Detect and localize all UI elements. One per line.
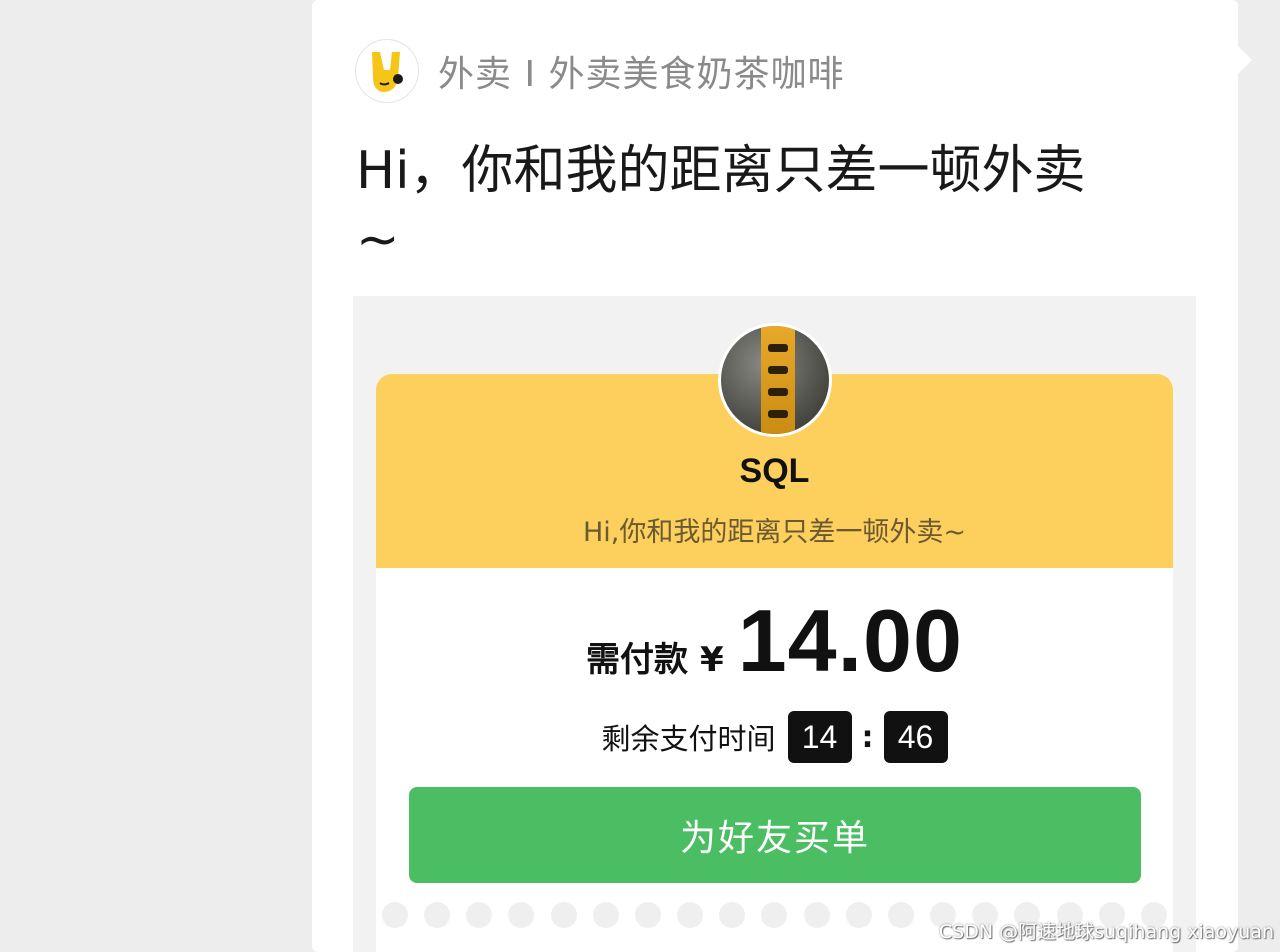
calligraphy-mark bbox=[768, 366, 788, 374]
currency-symbol: ¥ bbox=[700, 640, 724, 680]
watermark: CSDN @阿速地球suqihang xiaoyuan bbox=[938, 921, 1274, 943]
yellow-kangaroo-icon bbox=[356, 40, 418, 102]
shop-slogan: Hi,你和我的距离只差一顿外卖~ bbox=[582, 517, 966, 548]
calligraphy-mark bbox=[768, 344, 788, 352]
message-title-tail: ~ bbox=[356, 210, 400, 270]
calligraphy-mark bbox=[768, 388, 788, 396]
mini-program-source[interactable]: 外卖 I 外卖美食奶茶咖啡 bbox=[356, 40, 845, 102]
bubble-tail bbox=[1238, 46, 1252, 74]
pay-for-friend-button[interactable]: 为好友买单 bbox=[409, 787, 1141, 883]
timer-minutes: 14 bbox=[787, 711, 852, 763]
banner-image bbox=[761, 326, 795, 434]
pay-label: 需付款 bbox=[586, 640, 689, 680]
shop-name: SQL bbox=[739, 452, 810, 490]
timer-seconds: 46 bbox=[883, 711, 948, 763]
shop-avatar bbox=[718, 323, 832, 437]
timer-separator: : bbox=[861, 719, 874, 755]
pay-amount: 14.00 bbox=[737, 591, 963, 690]
page: 外卖 I 外卖美食奶茶咖啡 Hi，你和我的距离只差一顿外卖 ~ SQL Hi,你… bbox=[0, 0, 1280, 952]
message-title: Hi，你和我的距离只差一顿外卖 bbox=[356, 141, 1086, 201]
timer-label: 剩余支付时间 bbox=[601, 722, 776, 756]
chat-background-strip bbox=[1238, 0, 1280, 952]
mini-program-name: 外卖 I 外卖美食奶茶咖啡 bbox=[438, 54, 845, 95]
payment-amount-row: 需付款 ¥ 14.00 bbox=[376, 596, 1173, 686]
calligraphy-mark bbox=[768, 410, 788, 418]
payment-timer: 剩余支付时间 14 : 46 bbox=[376, 710, 1173, 764]
